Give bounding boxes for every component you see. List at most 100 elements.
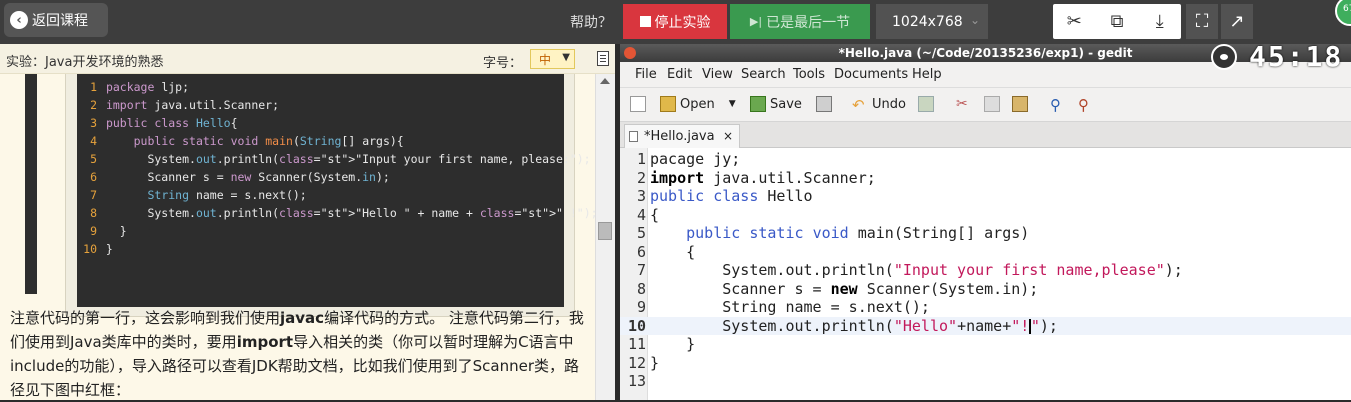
code-line: 3 public class Hello{ xyxy=(77,114,564,132)
avatar[interactable]: 67 xyxy=(1335,0,1351,26)
save-icon xyxy=(750,96,766,112)
cut-icon[interactable]: ✂ xyxy=(1053,4,1096,39)
editor-line[interactable]: 9 String name = s.next(); xyxy=(620,298,1351,317)
editor-line[interactable]: 1 pacage jy; xyxy=(620,150,1351,169)
window-titlebar: *Hello.java (~/Code/20135236/exp1) - ged… xyxy=(620,44,1351,62)
editor-line[interactable]: 6 { xyxy=(620,243,1351,262)
countdown-timer: 45:18 xyxy=(1249,40,1344,73)
tab-bar: *Hello.java × xyxy=(620,122,1351,148)
editor-line[interactable]: 10 System.out.println("Hello"+name+"! "); xyxy=(620,316,1351,335)
scrollbar-thumb[interactable] xyxy=(598,222,612,240)
editor-line-text: } xyxy=(650,353,660,372)
download-icon[interactable]: ⤓ xyxy=(1138,4,1181,39)
tab-close-icon[interactable]: × xyxy=(723,129,733,143)
stop-icon xyxy=(639,16,651,27)
print-button[interactable] xyxy=(816,96,836,112)
code-line-number: 6 xyxy=(90,170,97,184)
find-button[interactable]: ⚲ xyxy=(1050,96,1070,114)
tab-file-icon xyxy=(629,131,638,142)
menu-tools[interactable]: Tools xyxy=(793,67,825,82)
paste-button[interactable] xyxy=(1012,96,1032,112)
code-line-text: System.out.println(class="st">"Input you… xyxy=(99,152,591,166)
editor-line[interactable]: 2 import java.util.Scanner; xyxy=(620,169,1351,188)
code-line-text: } xyxy=(99,242,113,256)
cut-button[interactable]: ✂ xyxy=(956,96,976,112)
code-editor[interactable]: 1 pacage jy; 2 import java.util.Scanner; 3 pu… xyxy=(620,148,1351,400)
top-bar: ‹ 返回课程 帮助？ 停止实验 ▶| 已是最后一节 1024x768 ⌄ ✂ ⧉… xyxy=(0,0,1351,44)
editor-line[interactable]: 13 xyxy=(620,372,1351,391)
resolution-value: 1024x768 xyxy=(892,13,963,30)
editor-line-text: String name = s.next(); xyxy=(650,298,930,316)
line-number: 11 xyxy=(627,335,646,353)
window-title: *Hello.java (~/Code/20135236/exp1) - ged… xyxy=(838,46,1133,60)
open-label: Open xyxy=(680,96,715,112)
fullscreen-icon[interactable]: ⛶ xyxy=(1186,4,1218,39)
menu-bar: File Edit View Search Tools Documents Help xyxy=(620,62,1351,88)
code-line-number: 7 xyxy=(90,188,97,202)
editor-line[interactable]: 7 System.out.println("Input your first n… xyxy=(620,261,1351,280)
save-button[interactable]: Save xyxy=(750,96,802,112)
code-line-number: 10 xyxy=(83,242,97,256)
code-line-text: public class Hello{ xyxy=(105,116,238,130)
document-icon[interactable] xyxy=(597,51,609,66)
code-line-text: String name = s.next(); xyxy=(147,188,307,202)
eye-icon[interactable] xyxy=(1211,44,1237,70)
dropdown-arrow-icon[interactable]: ▼ xyxy=(729,99,736,109)
redo-icon xyxy=(918,96,934,112)
scroll-up-icon[interactable] xyxy=(600,78,610,84)
tab-hello-java[interactable]: *Hello.java × xyxy=(624,124,740,148)
copy-button[interactable] xyxy=(984,96,1004,112)
last-section-button[interactable]: ▶| 已是最后一节 xyxy=(730,4,870,39)
fontsize-select[interactable]: 中 ▼ xyxy=(530,49,575,69)
lesson-scrollbar[interactable] xyxy=(595,74,615,400)
editor-line[interactable]: 5 public static void main(String[] args) xyxy=(620,224,1351,243)
replace-button[interactable]: ⚲ xyxy=(1078,96,1098,114)
code-line-text: } xyxy=(99,224,127,238)
stop-label: 停止实验 xyxy=(654,14,711,31)
gedit-window: *Hello.java (~/Code/20135236/exp1) - ged… xyxy=(620,44,1351,400)
stop-experiment-button[interactable]: 停止实验 xyxy=(623,4,727,39)
code-line: 7 String name = s.next(); xyxy=(77,186,564,204)
external-link-icon[interactable]: ↗ xyxy=(1221,4,1253,39)
line-number: 3 xyxy=(636,187,646,205)
menu-file[interactable]: File xyxy=(635,67,657,82)
fontsize-value: 中 xyxy=(539,52,552,67)
chevron-down-icon: ⌄ xyxy=(969,13,980,27)
editor-line-text: public static void main(String[] args) xyxy=(686,224,1030,242)
menu-view[interactable]: View xyxy=(702,67,733,82)
line-number: 6 xyxy=(636,242,646,261)
menu-help[interactable]: Help xyxy=(912,67,942,82)
screenshot-icon[interactable]: ⧉ xyxy=(1096,4,1139,39)
editor-line[interactable]: 3 public class Hello xyxy=(620,187,1351,206)
menu-search[interactable]: Search xyxy=(741,67,786,82)
editor-line[interactable]: 11 } xyxy=(620,335,1351,354)
back-to-course-button[interactable]: ‹ 返回课程 xyxy=(4,3,108,37)
menu-edit[interactable]: Edit xyxy=(667,67,692,82)
editor-line[interactable]: 4{ xyxy=(620,206,1351,225)
code-line: 10 } xyxy=(77,240,564,258)
code-block-edge xyxy=(25,74,37,294)
editor-line[interactable]: 8 Scanner s = new Scanner(System.in); xyxy=(620,280,1351,299)
para-text-1: 注意代码的第一行，这会影响到我们使用 xyxy=(10,309,281,327)
editor-line[interactable]: 12} xyxy=(620,354,1351,373)
last-label: 已是最后一节 xyxy=(766,14,851,31)
code-line-text: import java.util.Scanner; xyxy=(105,98,280,112)
resolution-select[interactable]: 1024x768 ⌄ xyxy=(876,4,988,39)
skip-end-icon: ▶| xyxy=(749,15,763,28)
lesson-panel: 实验：Java开发环境的熟悉 字号： 中 ▼ 1 package ljp; 2 i… xyxy=(0,44,615,400)
undo-button[interactable]: ↶ Undo xyxy=(852,96,906,114)
editor-line-text: } xyxy=(650,335,696,353)
redo-button[interactable] xyxy=(918,96,938,112)
new-file-button[interactable] xyxy=(630,96,650,112)
para-bold-javac: javac xyxy=(280,309,325,327)
editor-line-text: import java.util.Scanner; xyxy=(650,168,876,187)
vm-tool-group: ✂ ⧉ ⤓ xyxy=(1053,4,1181,39)
open-button[interactable]: Open ▼ xyxy=(660,96,736,112)
help-link[interactable]: 帮助？ xyxy=(570,12,612,32)
new-document-icon xyxy=(630,96,646,112)
close-window-icon[interactable] xyxy=(624,47,636,59)
save-label: Save xyxy=(770,96,802,112)
cut-icon: ✂ xyxy=(956,96,968,112)
menu-documents[interactable]: Documents xyxy=(834,67,908,82)
editor-line-text: System.out.println("Hello"+name+"! "); xyxy=(650,316,1058,335)
